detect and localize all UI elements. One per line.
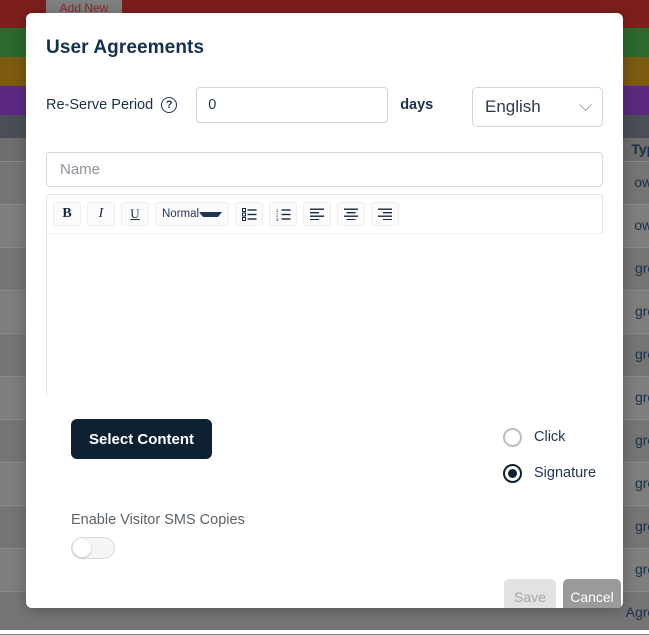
question-circle-icon[interactable]: ? — [161, 97, 177, 113]
table-cell-type: Agree — [626, 604, 649, 620]
underline-button[interactable]: U — [121, 202, 149, 226]
user-agreements-dialog: User Agreements Re-Serve Period ? days E… — [26, 13, 623, 608]
italic-button[interactable]: I — [87, 202, 115, 226]
ordered-list-icon[interactable]: 1 2 3 — [269, 202, 297, 226]
reserve-period-row: Re-Serve Period ? days — [46, 87, 433, 123]
radio-click-label: Click — [534, 429, 565, 445]
table-cell-type: gree — [635, 475, 649, 491]
svg-text:3: 3 — [276, 217, 279, 221]
table-cell-type: gree — [635, 303, 649, 319]
table-cell-type: gree — [635, 432, 649, 448]
radio-signature-label: Signature — [534, 465, 596, 481]
table-cell-type: owle — [634, 174, 649, 190]
radio-click-indicator[interactable] — [503, 428, 522, 447]
interaction-type-radio-group: Click Signature — [503, 419, 596, 491]
table-cell-type: owle — [634, 217, 649, 233]
radio-option-signature[interactable]: Signature — [503, 455, 596, 491]
language-select-value: English — [485, 97, 581, 117]
chevron-down-icon — [579, 98, 592, 111]
align-left-icon[interactable] — [303, 202, 331, 226]
reserve-period-input[interactable] — [196, 87, 388, 123]
sms-toggle-switch[interactable] — [71, 537, 115, 559]
align-center-icon[interactable] — [337, 202, 365, 226]
radio-signature-indicator[interactable] — [503, 464, 522, 483]
bold-button[interactable]: B — [53, 202, 81, 226]
toggle-knob — [73, 539, 91, 557]
reserve-period-label: Re-Serve Period — [46, 97, 153, 113]
table-cell-type: gree — [635, 518, 649, 534]
radio-option-click[interactable]: Click — [503, 419, 596, 455]
table-header-type: Type — [631, 141, 649, 157]
format-select[interactable]: Normal — [155, 202, 229, 226]
rich-text-editor: B I U Normal — [46, 194, 603, 398]
editor-content-area[interactable] — [47, 233, 604, 398]
select-content-button[interactable]: Select Content — [71, 419, 212, 459]
cancel-button[interactable]: Cancel — [563, 579, 621, 608]
align-right-icon[interactable] — [371, 202, 399, 226]
dialog-title: User Agreements — [46, 37, 204, 59]
format-select-value: Normal — [162, 208, 199, 220]
save-button[interactable]: Save — [504, 579, 556, 608]
table-cell-type: gree — [635, 389, 649, 405]
editor-toolbar: B I U Normal — [47, 195, 602, 233]
table-cell-type: gree — [635, 561, 649, 577]
bullet-list-icon[interactable] — [235, 202, 263, 226]
name-input[interactable] — [46, 152, 603, 187]
table-cell-type: gree — [635, 260, 649, 276]
caret-down-icon — [199, 212, 222, 217]
days-unit-label: days — [400, 97, 433, 113]
language-select[interactable]: English — [472, 87, 603, 127]
sms-toggle-label: Enable Visitor SMS Copies — [71, 512, 245, 528]
table-cell-type: gree — [635, 346, 649, 362]
